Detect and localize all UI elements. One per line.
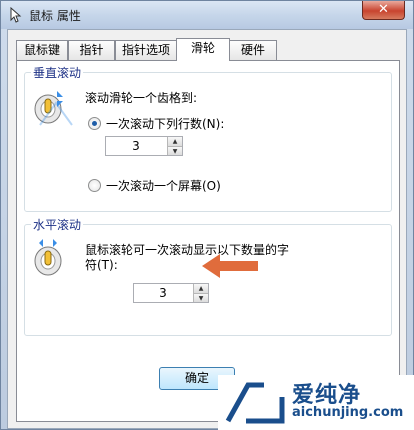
horizontal-scroll-group: 水平滚动 鼠标滚轮可一次滚动显示以下数量的字 符(T): 3 ▲ ▼ [24, 216, 392, 336]
radio-scroll-lines-label[interactable]: 一次滚动下列行数(N): [106, 115, 224, 132]
radio-scroll-screen-label[interactable]: 一次滚动一个屏幕(O) [106, 177, 221, 194]
spin-down-icon[interactable]: ▼ [193, 293, 208, 302]
lines-value[interactable]: 3 [106, 137, 166, 155]
watermark-brand-url: aichunjing.com [292, 405, 404, 420]
watermark-logo-icon [225, 382, 285, 424]
tab-pointers[interactable]: 指针 [68, 40, 115, 60]
horizontal-scroll-description-line2: 符(T): [85, 258, 118, 272]
tab-hardware[interactable]: 硬件 [229, 40, 277, 60]
spin-down-icon[interactable]: ▼ [167, 146, 182, 155]
watermark-logo: 爱纯净 aichunjing.com [218, 375, 414, 430]
spin-up-icon[interactable]: ▲ [193, 284, 208, 293]
mouse-pointer-icon [10, 7, 22, 23]
close-button[interactable]: ✕ [362, 1, 405, 20]
horizontal-wheel-icon [34, 239, 62, 276]
watermark-faint-icon [39, 101, 73, 126]
highlight-arrow-icon [202, 254, 258, 278]
spin-up-icon[interactable]: ▲ [167, 137, 182, 146]
vertical-scroll-group: 垂直滚动 滚动滑轮一个齿格到: 一次滚动下列行数(N): 3 ▲ ▼ 一次滚动一… [24, 64, 392, 212]
tab-wheel[interactable]: 滑轮 [176, 38, 230, 61]
tab-pointer-options[interactable]: 指针选项 [115, 40, 177, 60]
mouse-properties-window: 鼠标 属性 ✕ 鼠标键 指针 指针选项 滑轮 硬件 垂直滚动 滚动滑轮一个齿格到 [0, 0, 414, 430]
lines-spinner[interactable]: 3 ▲ ▼ [105, 136, 183, 156]
tab-buttons[interactable]: 鼠标键 [16, 40, 68, 60]
horizontal-scroll-title: 水平滚动 [31, 216, 84, 233]
window-title: 鼠标 属性 [29, 9, 81, 23]
chars-value[interactable]: 3 [134, 284, 192, 302]
radio-scroll-screen[interactable] [88, 179, 101, 192]
title-bar[interactable]: 鼠标 属性 ✕ [1, 1, 413, 29]
vertical-scroll-title: 垂直滚动 [31, 64, 84, 81]
chars-spinner[interactable]: 3 ▲ ▼ [133, 283, 209, 303]
vertical-scroll-description: 滚动滑轮一个齿格到: [85, 91, 198, 105]
